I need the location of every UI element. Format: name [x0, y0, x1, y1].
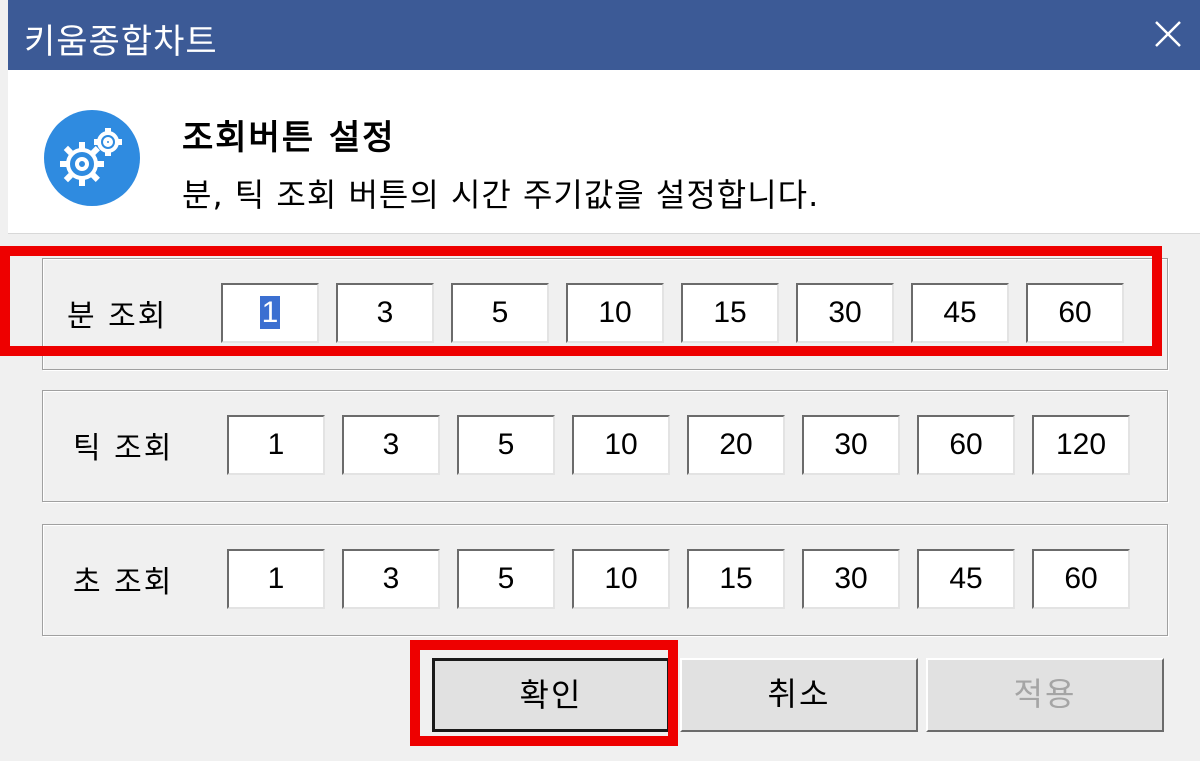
title-bar[interactable]: 키움종합차트 [8, 0, 1200, 70]
minute-field-2[interactable]: 3 [336, 283, 434, 343]
minute-field-4[interactable]: 10 [566, 283, 664, 343]
second-field-6[interactable]: 30 [802, 549, 900, 609]
second-field-1[interactable]: 1 [227, 549, 325, 609]
apply-button: 적용 [926, 658, 1164, 732]
gear-icon [42, 108, 142, 208]
second-field-2[interactable]: 3 [342, 549, 440, 609]
second-field-8[interactable]: 60 [1032, 549, 1130, 609]
dialog-header: 조회버튼 설정 분, 틱 조회 버튼의 시간 주기값을 설정합니다. [8, 70, 1200, 234]
window-title: 키움종합차트 [24, 22, 218, 62]
minute-field-8[interactable]: 60 [1026, 283, 1124, 343]
second-field-3[interactable]: 5 [457, 549, 555, 609]
tick-field-3[interactable]: 5 [457, 415, 555, 475]
second-field-4[interactable]: 10 [572, 549, 670, 609]
minute-field-7[interactable]: 45 [911, 283, 1009, 343]
tick-field-8[interactable]: 120 [1032, 415, 1130, 475]
minute-field-3[interactable]: 5 [451, 283, 549, 343]
tick-query-label: 틱 조회 [73, 431, 174, 466]
dialog-title: 조회버튼 설정 [182, 118, 396, 158]
tick-query-group: 틱 조회 1 3 5 10 20 30 60 120 [42, 390, 1168, 502]
second-field-5[interactable]: 15 [687, 549, 785, 609]
minute-field-5[interactable]: 15 [681, 283, 779, 343]
tick-field-1[interactable]: 1 [227, 415, 325, 475]
tick-field-6[interactable]: 30 [802, 415, 900, 475]
minute-query-label: 분 조회 [67, 299, 168, 334]
second-field-7[interactable]: 45 [917, 549, 1015, 609]
close-icon[interactable] [1148, 10, 1188, 56]
minute-field-6[interactable]: 30 [796, 283, 894, 343]
tick-field-5[interactable]: 20 [687, 415, 785, 475]
minute-query-group: 분 조회 1 3 5 10 15 30 45 60 [42, 258, 1168, 370]
second-query-group: 초 조회 1 3 5 10 15 30 45 60 [42, 524, 1168, 636]
tick-field-7[interactable]: 60 [917, 415, 1015, 475]
minute-field-1[interactable]: 1 [221, 283, 319, 343]
ok-button[interactable]: 확인 [432, 658, 670, 732]
dialog-body: 분 조회 1 3 5 10 15 30 45 60 틱 조회 1 3 5 10 … [8, 234, 1200, 761]
cancel-button[interactable]: 취소 [680, 658, 918, 732]
dialog-description: 분, 틱 조회 버튼의 시간 주기값을 설정합니다. [182, 176, 820, 214]
tick-field-4[interactable]: 10 [572, 415, 670, 475]
window-frame [0, 0, 8, 761]
second-query-label: 초 조회 [73, 565, 174, 600]
tick-field-2[interactable]: 3 [342, 415, 440, 475]
